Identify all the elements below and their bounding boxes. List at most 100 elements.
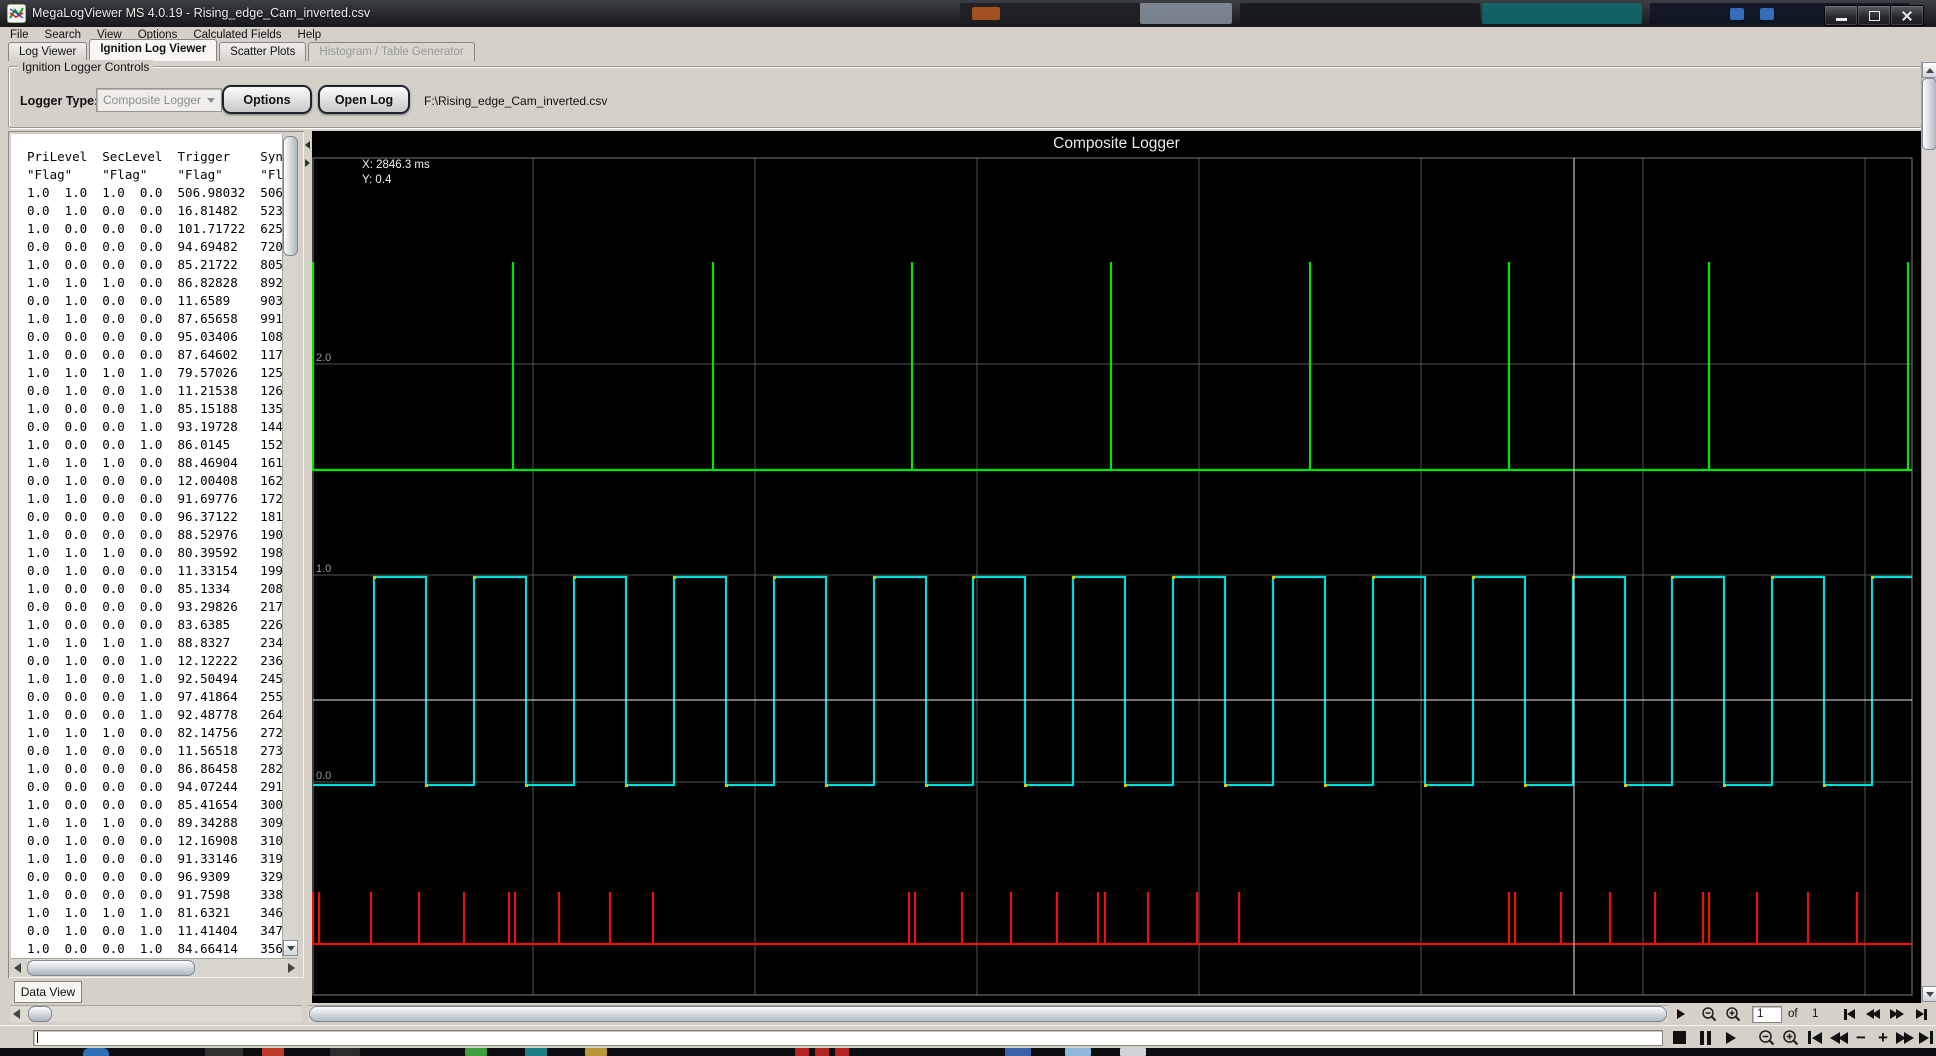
triangle-up-icon [1925,67,1934,73]
zoom-in-icon [1783,1029,1799,1045]
expand-right-icon[interactable] [305,159,310,167]
title-bar: MegaLogViewer MS 4.0.19 - Rising_edge_Ca… [0,0,1936,27]
zoom-out-button[interactable] [1698,1005,1720,1023]
close-button[interactable] [1890,5,1924,26]
restore-button[interactable] [1857,5,1891,26]
menu-item-search[interactable]: Search [45,29,81,41]
window-vertical-scrollbar[interactable] [1921,61,1936,1003]
window-title: MegaLogViewer MS 4.0.19 - Rising_edge_Ca… [32,6,371,20]
table-horizontal-scrollbar[interactable] [11,958,298,977]
last-page-button[interactable] [1910,1005,1932,1023]
pause-icon [1699,1030,1704,1045]
rewind-button[interactable] [1828,1028,1850,1047]
stop-icon [1672,1031,1686,1044]
background-window-fragment [1140,3,1232,24]
pause-button[interactable] [1694,1028,1716,1047]
zoom-in-button[interactable] [1780,1028,1802,1047]
data-table[interactable]: PriLevel SecLevel Trigger Syn "Flag" "Fl… [11,134,297,972]
taskbar-icon[interactable] [465,1048,487,1056]
taskbar-icon[interactable] [262,1048,284,1056]
options-button[interactable]: Options [222,85,312,114]
background-window-fragment [972,7,1000,20]
text-caret [37,1032,38,1043]
step-back-button[interactable]: − [1850,1028,1872,1047]
go-last-button[interactable] [1916,1028,1936,1047]
fast-forward-button[interactable] [1894,1028,1916,1047]
collapse-left-icon[interactable] [305,141,310,149]
windows-taskbar[interactable] [0,1048,1936,1056]
scrollbar-thumb[interactable] [27,960,195,976]
tab-ignition-log-viewer[interactable]: Ignition Log Viewer [89,39,218,61]
tab-log-viewer[interactable]: Log Viewer [8,42,88,61]
taskbar-icon[interactable] [330,1048,360,1056]
panel-splitter[interactable] [304,131,312,1003]
data-table-panel: PriLevel SecLevel Trigger Syn "Flag" "Fl… [8,131,304,978]
logger-type-label: Logger Type: [20,94,99,108]
play-icon [1726,1031,1736,1044]
zoom-in-button[interactable] [1722,1005,1744,1023]
taskbar-icon[interactable] [83,1048,109,1056]
scroll-left-icon[interactable] [14,962,21,973]
taskbar-icon[interactable] [1120,1048,1146,1056]
cursor-y-value: Y: 0.4 [362,174,392,186]
scroll-right-icon[interactable] [288,962,295,973]
scroll-down-button[interactable] [283,940,298,956]
minimize-icon [1835,17,1847,21]
page-of-label: of [1788,1008,1798,1020]
scroll-down-button[interactable] [1922,986,1936,1002]
tab-bar: Log Viewer Ignition Log Viewer Scatter Plo… [8,39,1918,61]
taskbar-icon[interactable] [585,1048,607,1056]
tab-data-view[interactable]: Data View [14,981,82,1003]
group-title: Ignition Logger Controls [18,60,154,74]
scrollbar-thumb[interactable] [309,1006,1667,1022]
open-log-button[interactable]: Open Log [318,85,410,114]
go-first-button[interactable] [1804,1028,1826,1047]
taskbar-icon[interactable] [795,1048,809,1056]
logger-type-select[interactable]: Composite Logger [96,88,222,112]
next-page-button[interactable] [1886,1005,1908,1023]
taskbar-icon[interactable] [815,1048,829,1056]
tab-scatter-plots[interactable]: Scatter Plots [219,42,307,61]
playback-toolbar: − + [0,1025,1936,1049]
zoom-out-button[interactable] [1756,1028,1778,1047]
taskbar-icon[interactable] [1005,1048,1031,1056]
page-number-input[interactable]: 1 [1752,1006,1782,1023]
previous-page-button[interactable] [1862,1005,1884,1023]
scroll-left-icon[interactable] [13,1008,20,1019]
menu-item-file[interactable]: File [10,29,29,41]
background-window-fragment [1240,3,1480,24]
app-icon [6,3,27,24]
zoom-out-icon [1701,1006,1716,1021]
composite-logger-plot[interactable]: 2.0 1.0 0.0 [312,131,1921,1003]
scrollbar-thumb[interactable] [283,136,298,256]
triangle-down-icon [1925,991,1934,997]
minimize-button[interactable] [1824,5,1858,26]
table-vertical-scrollbar[interactable] [282,134,298,958]
play-button[interactable] [1720,1028,1742,1047]
triangle-right-icon [1677,1008,1685,1019]
tab-histogram-table-generator[interactable]: Histogram / Table Generator [308,42,475,61]
first-page-button[interactable] [1838,1005,1860,1023]
status-input[interactable] [33,1030,1663,1046]
taskbar-icon[interactable] [1065,1048,1091,1056]
zoom-out-icon [1759,1029,1775,1045]
svg-text:1.0: 1.0 [316,563,331,575]
step-forward-button[interactable]: + [1872,1028,1894,1047]
chart-horizontal-scrollbar[interactable] [308,1005,1668,1022]
background-window-fragment [1482,3,1642,24]
table-bottom-scrollbar[interactable] [10,1005,302,1022]
log-file-path: F:\Rising_edge_Cam_inverted.csv [424,94,608,108]
menu-item-help[interactable]: Help [298,29,322,41]
scrollbar-thumb[interactable] [28,1006,52,1022]
restore-icon [1868,10,1880,21]
scroll-up-button[interactable] [1922,62,1936,78]
chart-scroll-right-button[interactable] [1671,1005,1691,1022]
plus-icon: + [1878,1028,1888,1047]
stop-button[interactable] [1668,1028,1690,1047]
taskbar-icon[interactable] [205,1048,243,1056]
taskbar-icon[interactable] [835,1048,849,1056]
taskbar-icon[interactable] [525,1048,547,1056]
scrollbar-thumb[interactable] [1922,78,1936,150]
chart-title: Composite Logger [1053,135,1180,152]
chevron-down-icon [207,98,215,103]
